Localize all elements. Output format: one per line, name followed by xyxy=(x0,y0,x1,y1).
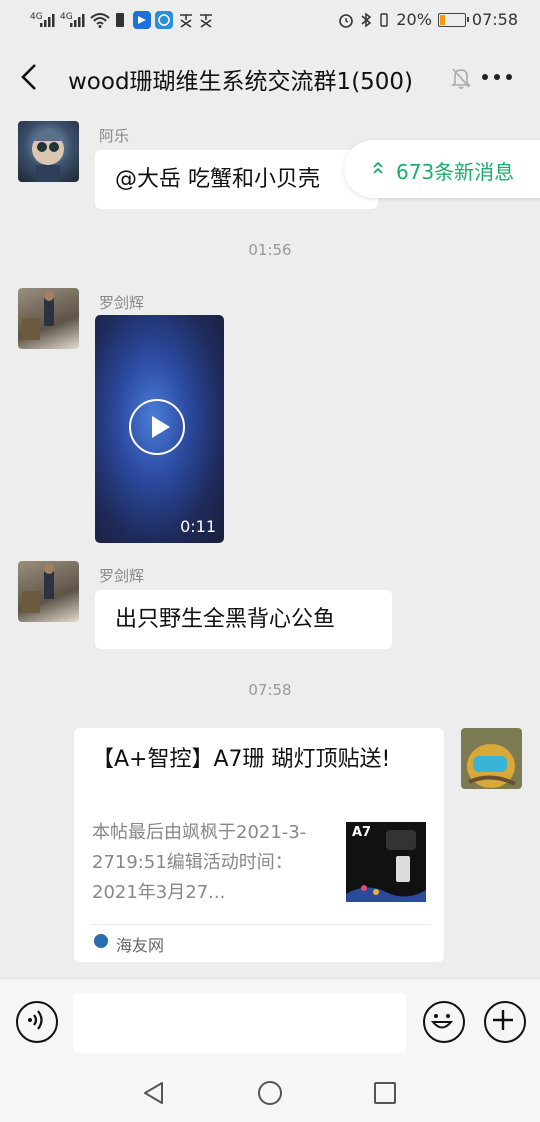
message-input[interactable] xyxy=(73,993,406,1053)
nav-home-icon[interactable] xyxy=(257,1080,283,1106)
message-bubble[interactable]: 出只野生全黑背心公鱼 xyxy=(95,590,392,649)
sender-name: 阿乐 xyxy=(99,127,130,145)
video-duration: 0:11 xyxy=(180,517,216,536)
app-notif-icon-1 xyxy=(133,11,151,29)
bluetooth-icon xyxy=(361,12,372,27)
more-icon[interactable] xyxy=(482,74,512,82)
alarm-icon xyxy=(339,13,354,28)
card-divider xyxy=(92,924,430,925)
double-chevron-up-icon xyxy=(373,161,383,174)
status-bar: 4G 4G 20% 07:58 xyxy=(0,0,540,40)
timestamp: 07:58 xyxy=(248,681,292,699)
new-messages-button[interactable]: 673条新消息 xyxy=(344,140,540,198)
sender-name: 罗剑辉 xyxy=(99,294,145,312)
link-card-description: 本帖最后由飒枫于2021-3-2719:51编辑活动时间：2021年3月27..… xyxy=(92,822,307,903)
message-bubble[interactable]: @大岳 吃蟹和小贝壳 xyxy=(95,150,378,209)
avatar-ale[interactable] xyxy=(18,121,79,182)
status-time: 07:58 xyxy=(471,10,518,29)
battery-percent: 20% xyxy=(396,10,432,29)
link-card-source: 海友网 xyxy=(116,936,165,955)
back-arrow-icon[interactable] xyxy=(18,62,40,92)
timestamp: 01:56 xyxy=(248,241,292,259)
vibrate-icon xyxy=(380,12,389,27)
nav-back-icon[interactable] xyxy=(141,1080,167,1106)
source-logo-icon xyxy=(94,934,108,948)
app-notif-icon-2 xyxy=(155,11,173,29)
avatar-luojianhui[interactable] xyxy=(18,288,79,349)
emoji-icon[interactable] xyxy=(423,1001,465,1043)
wifi-icon xyxy=(90,13,110,28)
app-notif-icon-3 xyxy=(180,14,192,28)
signal-icon xyxy=(40,14,55,27)
sender-name: 罗剑辉 xyxy=(99,567,145,585)
link-card-thumbnail: A7 xyxy=(346,822,426,902)
signal-icon-2 xyxy=(70,14,85,27)
input-bar xyxy=(0,978,540,1069)
chat-header: wood珊瑚维生系统交流群1(500) xyxy=(0,40,540,118)
plus-icon[interactable] xyxy=(484,1001,526,1043)
system-navigation-bar xyxy=(0,1068,540,1122)
avatar-luojianhui[interactable] xyxy=(18,561,79,622)
new-messages-label: 673条新消息 xyxy=(396,160,515,184)
video-message[interactable]: 0:11 xyxy=(95,315,224,543)
nav-recents-icon[interactable] xyxy=(372,1080,398,1106)
chat-title: wood珊瑚维生系统交流群1(500) xyxy=(68,69,414,95)
battery-icon xyxy=(437,12,469,27)
sim-icon xyxy=(116,13,124,27)
muted-bell-icon xyxy=(451,68,471,89)
link-card[interactable]: 【A+智控】A7珊 瑚灯顶贴送! 本帖最后由飒枫于2021-3-2719:51编… xyxy=(74,728,444,962)
app-notif-icon-4 xyxy=(200,14,212,28)
link-card-title: 【A+智控】A7珊 瑚灯顶贴送! xyxy=(92,747,391,772)
avatar-self[interactable] xyxy=(461,728,522,789)
voice-icon[interactable] xyxy=(16,1001,58,1043)
status-right: 20% 07:58 xyxy=(338,10,518,29)
play-icon[interactable] xyxy=(129,399,185,455)
